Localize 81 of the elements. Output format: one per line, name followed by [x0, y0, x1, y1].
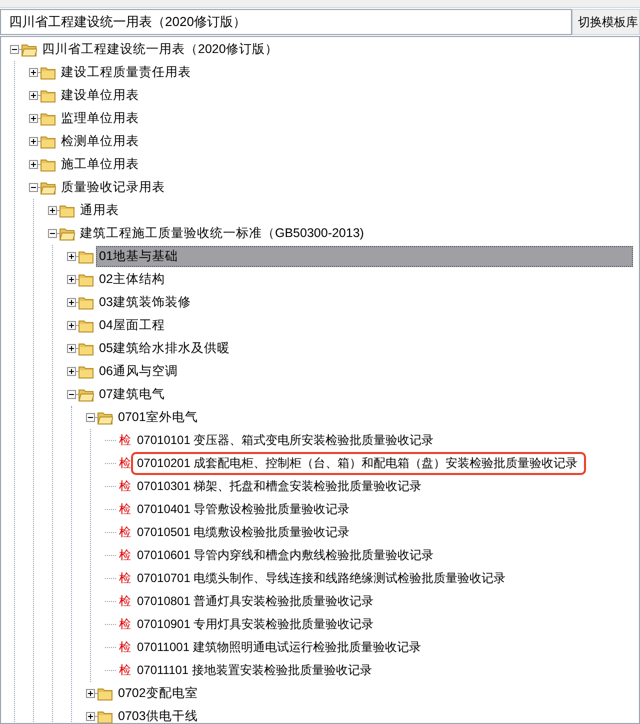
- folder-icon: [78, 364, 94, 378]
- expand-icon[interactable]: [29, 160, 38, 169]
- expand-icon[interactable]: [86, 712, 95, 721]
- tree-item[interactable]: 质量验收记录用表: [58, 177, 633, 198]
- tree-item[interactable]: 建设工程质量责任用表: [58, 62, 633, 83]
- collapse-icon[interactable]: [48, 229, 57, 238]
- expand-icon[interactable]: [67, 298, 76, 307]
- open-folder-icon: [78, 388, 94, 402]
- tree-item[interactable]: 07010101 变压器、箱式变电所安装检验批质量验收记录: [136, 433, 435, 448]
- folder-icon: [78, 318, 94, 332]
- folder-icon: [40, 134, 56, 148]
- folder-icon: [78, 272, 94, 286]
- tree-item[interactable]: 07建筑电气: [96, 384, 633, 405]
- tree-item[interactable]: 施工单位用表: [58, 154, 633, 175]
- expand-icon[interactable]: [29, 68, 38, 77]
- form-type-label: 检: [119, 456, 132, 471]
- tree-item[interactable]: 四川省工程建设统一用表（2020修订版）: [39, 39, 633, 60]
- collapse-icon[interactable]: [10, 45, 19, 54]
- tree-item[interactable]: 07010501 电缆敷设检验批质量验收记录: [136, 525, 351, 540]
- open-folder-icon: [59, 226, 75, 240]
- tree-item[interactable]: 07010301 梯架、托盘和槽盒安装检验批质量验收记录: [136, 479, 423, 494]
- expand-icon[interactable]: [67, 252, 76, 261]
- tree-item[interactable]: 06通风与空调: [96, 361, 633, 382]
- expand-icon[interactable]: [67, 344, 76, 353]
- tree-item[interactable]: 07010201 成套配电柜、控制柜（台、箱）和配电箱（盘）安装检验批质量验收记录: [136, 456, 579, 471]
- folder-icon: [59, 204, 75, 218]
- form-type-label: 检: [119, 594, 132, 609]
- expand-icon[interactable]: [67, 275, 76, 284]
- expand-icon[interactable]: [67, 367, 76, 376]
- expand-icon[interactable]: [48, 206, 57, 215]
- tree-item[interactable]: 02主体结构: [96, 269, 633, 290]
- tree-item[interactable]: 0701室外电气: [115, 407, 633, 428]
- open-folder-icon: [97, 410, 113, 424]
- tree-item[interactable]: 03建筑装饰装修: [96, 292, 633, 313]
- collapse-icon[interactable]: [67, 390, 76, 399]
- tree-item[interactable]: 07010901 专用灯具安装检验批质量验收记录: [136, 617, 375, 632]
- folder-icon: [97, 710, 113, 723]
- tree-item[interactable]: 0702变配电室: [115, 683, 633, 704]
- folder-icon: [40, 112, 56, 126]
- tree-item[interactable]: 建筑工程施工质量验收统一标准（GB50300-2013): [77, 223, 633, 244]
- folder-icon: [97, 686, 113, 700]
- tree-item[interactable]: 01地基与基础: [96, 246, 633, 267]
- tree-item[interactable]: 0703供电干线: [115, 706, 633, 723]
- open-folder-icon: [40, 180, 56, 194]
- form-type-label: 检: [119, 640, 132, 655]
- folder-icon: [40, 66, 56, 80]
- expand-icon[interactable]: [29, 91, 38, 100]
- tree-item[interactable]: 04屋面工程: [96, 315, 633, 336]
- expand-icon[interactable]: [29, 137, 38, 146]
- tree-item[interactable]: 07010401 导管敷设检验批质量验收记录: [136, 502, 351, 517]
- form-type-label: 检: [119, 571, 132, 586]
- folder-icon: [40, 88, 56, 102]
- form-type-label: 检: [119, 502, 132, 517]
- folder-icon: [40, 158, 56, 172]
- tree-item[interactable]: 07010801 普通灯具安装检验批质量验收记录: [136, 594, 375, 609]
- tree-item[interactable]: 07011101 接地装置安装检验批质量验收记录: [136, 663, 373, 678]
- form-type-label: 检: [119, 525, 132, 540]
- form-type-label: 检: [119, 617, 132, 632]
- template-combo-field[interactable]: 四川省工程建设统一用表（2020修订版）: [0, 9, 572, 35]
- folder-icon: [78, 250, 94, 264]
- expand-icon[interactable]: [29, 114, 38, 123]
- switch-template-button[interactable]: 切换模板库: [572, 9, 640, 35]
- tree-item[interactable]: 07010701 电缆头制作、导线连接和线路绝缘测试检验批质量验收记录: [136, 571, 507, 586]
- form-type-label: 检: [119, 548, 132, 563]
- collapse-icon[interactable]: [29, 183, 38, 192]
- form-type-label: 检: [119, 479, 132, 494]
- tree-item[interactable]: 07010601 导管内穿线和槽盒内敷线检验批质量验收记录: [136, 548, 435, 563]
- tree-item[interactable]: 建设单位用表: [58, 85, 633, 106]
- tree-item[interactable]: 检测单位用表: [58, 131, 633, 152]
- tree-item[interactable]: 通用表: [77, 200, 633, 221]
- form-type-label: 检: [119, 663, 132, 678]
- open-folder-icon: [21, 42, 37, 56]
- expand-icon[interactable]: [86, 689, 95, 698]
- expand-icon[interactable]: [67, 321, 76, 330]
- tree-item[interactable]: 07011001 建筑物照明通电试运行检验批质量验收记录: [136, 640, 422, 655]
- tree-item[interactable]: 05建筑给水排水及供暖: [96, 338, 633, 359]
- form-type-label: 检: [119, 433, 132, 448]
- folder-icon: [78, 342, 94, 356]
- folder-icon: [78, 296, 94, 310]
- tree-item[interactable]: 监理单位用表: [58, 108, 633, 129]
- collapse-icon[interactable]: [86, 413, 95, 422]
